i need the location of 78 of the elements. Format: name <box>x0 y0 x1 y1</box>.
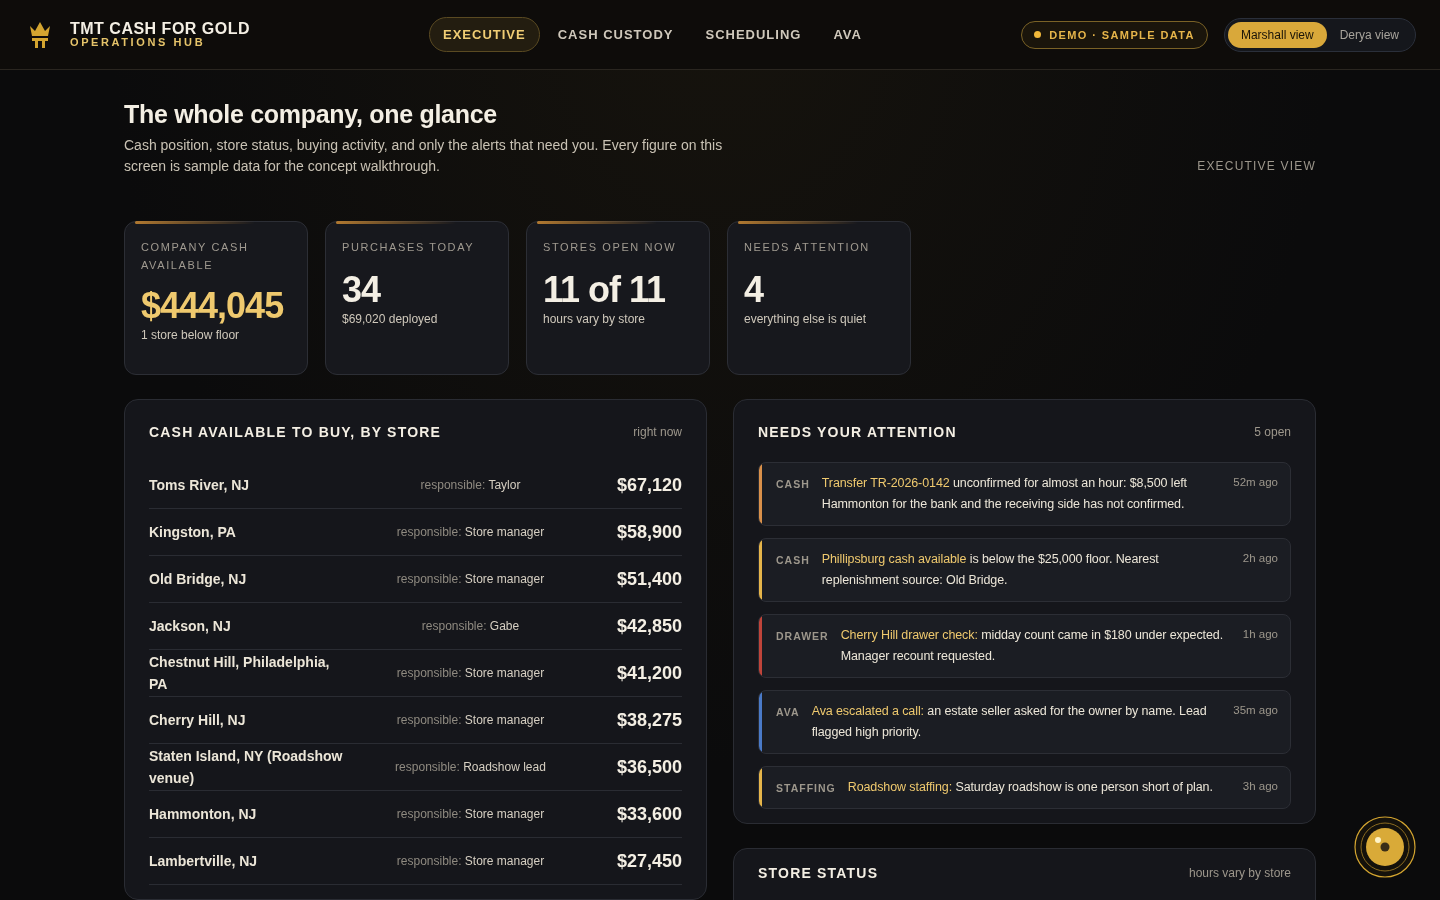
store-name: Lambertville, NJ <box>149 852 259 871</box>
kpi-label: PURCHASES TODAY <box>342 240 476 255</box>
view-option[interactable]: Derya view <box>1326 21 1412 48</box>
store-name: Hammonton, NJ <box>149 805 258 824</box>
kpi-label: COMPANY CASH AVAILABLE <box>141 240 250 273</box>
store-name: Toms River, NJ <box>149 476 251 495</box>
responsible-person: responsible: Store manager <box>395 572 546 586</box>
alert-text: Cherry Hill drawer check: midday count came in $180 under expected. Manager recount requested. <box>840 627 1225 665</box>
cash-amount: $42,850 <box>615 615 682 637</box>
kpi-value: 34 <box>342 270 382 310</box>
kpi-value: $444,045 <box>141 286 285 326</box>
nav-tab[interactable]: AVA <box>819 17 876 52</box>
alert-text: Roadshow staffing: Saturday roadshow is one person short of plan. <box>847 779 1214 796</box>
kpi-label: STORES OPEN NOW <box>543 240 678 255</box>
alert-time: 3h ago <box>1242 779 1278 792</box>
alert-category: CASH <box>776 553 810 566</box>
cash-amount: $67,120 <box>615 474 682 496</box>
responsible-person: responsible: Roadshow lead <box>394 760 547 774</box>
store-name: Old Bridge, NJ <box>149 570 248 589</box>
store-name: Staten Island, NY (Roadshow venue) <box>149 747 344 788</box>
view-option[interactable]: Marshall view <box>1227 21 1327 48</box>
view-label: EXECUTIVE VIEW <box>1197 159 1316 173</box>
demo-badge: DEMO · SAMPLE DATA <box>1021 20 1208 49</box>
alert-time: 52m ago <box>1233 475 1278 488</box>
kpi-value: 4 <box>744 270 765 310</box>
page-description: Cash position, store status, buying activity, and only the alerts that need you. Every figure on this screen is sample data for the concept walkthrough. <box>124 136 724 176</box>
cash-amount: $51,400 <box>615 568 682 590</box>
cash-amount: $27,450 <box>615 850 682 872</box>
alert-time: 2h ago <box>1242 551 1278 564</box>
panel-title: NEEDS YOUR ATTENTION <box>758 424 957 440</box>
panel-meta: hours vary by store <box>1188 866 1291 880</box>
store-name: Cherry Hill, NJ <box>149 711 247 730</box>
cash-amount: $38,275 <box>615 709 682 731</box>
brand-subtitle: OPERATIONS HUB <box>70 36 207 48</box>
responsible-person: responsible: Store manager <box>395 525 546 539</box>
alert-category: AVA <box>776 705 800 718</box>
nav-tab[interactable]: EXECUTIVE <box>429 17 540 52</box>
nav-tab[interactable]: SCHEDULING <box>691 17 816 52</box>
alert-text: Phillipsburg cash available is below the $25,000 floor. Nearest replenishment source: Old Bridge. <box>821 551 1160 589</box>
kpi-value: 11 of 11 <box>543 270 667 310</box>
alert-card[interactable]: CASH Transfer TR-2026-0142 unconfirmed for almost an hour: $8,500 left Hammonton for the bank and the receiving side has not confirmed. 52m ago <box>758 462 1291 526</box>
responsible-person: responsible: Store manager <box>395 807 546 821</box>
kpi-note: everything else is quiet <box>744 312 868 326</box>
cash-amount: $41,200 <box>615 662 682 684</box>
alert-category: DRAWER <box>776 629 829 642</box>
alert-card[interactable]: DRAWER Cherry Hill drawer check: midday count came in $180 under expected. Manager recount requested. 1h ago <box>758 614 1291 678</box>
page-title: The whole company, one glance <box>124 100 498 129</box>
cash-amount: $33,600 <box>615 803 682 825</box>
panel-meta: 5 open <box>1254 425 1291 439</box>
cash-amount: $58,900 <box>615 521 682 543</box>
panel-title: CASH AVAILABLE TO BUY, BY STORE <box>149 424 442 440</box>
responsible-person: responsible: Store manager <box>395 713 546 727</box>
alert-text: Ava escalated a call: an estate seller asked for the owner by name. Lead flagged high priority. <box>811 703 1208 741</box>
responsible-person: responsible: Store manager <box>395 666 546 680</box>
panel-meta: right now <box>633 425 682 439</box>
alert-text: Transfer TR-2026-0142 unconfirmed for almost an hour: $8,500 left Hammonton for the bank and the receiving side has not confirmed. <box>821 475 1188 513</box>
kpi-label: NEEDS ATTENTION <box>744 240 871 255</box>
kpi-note: hours vary by store <box>543 312 647 326</box>
alert-card[interactable]: CASH Phillipsburg cash available is below the $25,000 floor. Nearest replenishment source: Old Bridge. 2h ago <box>758 538 1291 602</box>
store-name: Jackson, NJ <box>149 617 232 636</box>
alert-card[interactable]: STAFFING Roadshow staffing: Saturday roadshow is one person short of plan. 3h ago <box>758 766 1291 809</box>
alert-time: 1h ago <box>1242 627 1278 640</box>
alert-time: 35m ago <box>1233 703 1278 716</box>
kpi-note: 1 store below floor <box>141 328 241 342</box>
kpi-note: $69,020 deployed <box>342 312 439 326</box>
panel-title: STORE STATUS <box>758 865 879 881</box>
assistant-orb-button[interactable] <box>1354 816 1416 878</box>
nav-tab[interactable]: CASH CUSTODY <box>543 17 688 52</box>
responsible-person: responsible: Store manager <box>395 854 546 868</box>
store-name: Chestnut Hill, Philadelphia, PA <box>149 653 331 694</box>
responsible-person: responsible: Gabe <box>420 619 521 633</box>
alert-card[interactable]: AVA Ava escalated a call: an estate seller asked for the owner by name. Lead flagged high priority. 35m ago <box>758 690 1291 754</box>
store-name: Kingston, PA <box>149 523 237 542</box>
brand-title: TMT CASH FOR GOLD <box>70 21 251 36</box>
alert-category: STAFFING <box>776 781 836 794</box>
cash-amount: $36,500 <box>615 756 682 778</box>
alert-category: CASH <box>776 477 810 490</box>
responsible-person: responsible: Taylor <box>419 478 522 492</box>
